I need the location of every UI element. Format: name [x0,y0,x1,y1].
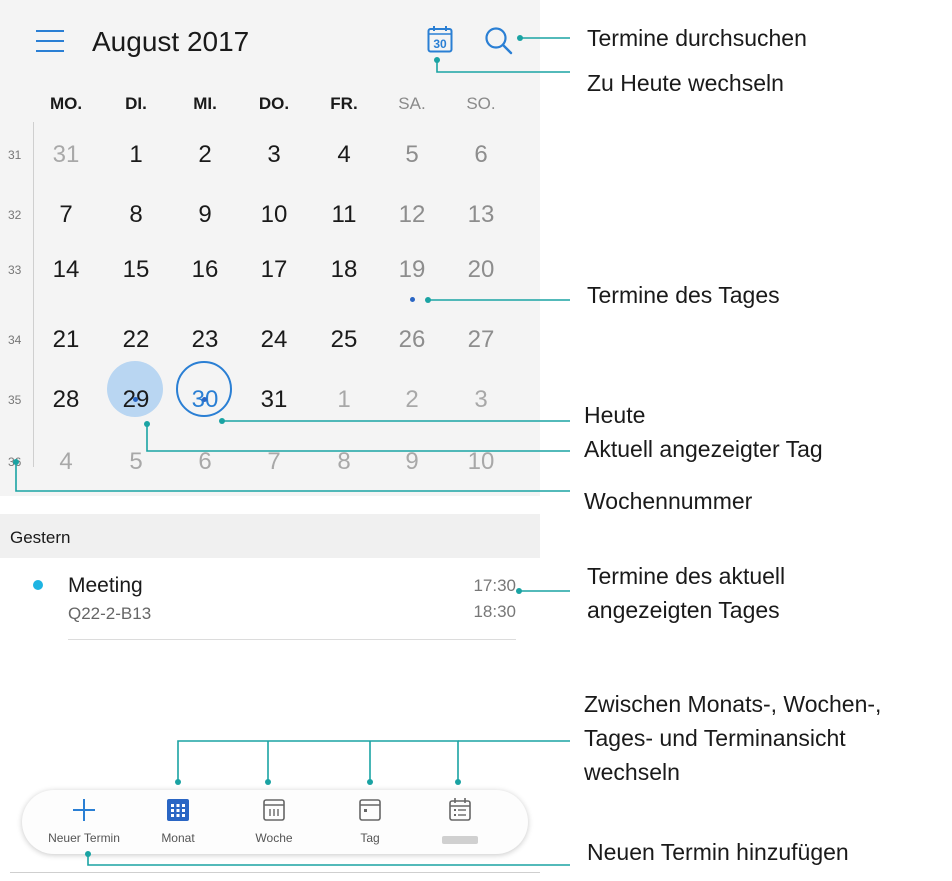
callout-current-day: Aktuell angezeigter Tag [584,436,823,462]
callout-go-today: Zu Heute wechseln [587,70,784,96]
callout-add-event: Neuen Termin hinzufügen [587,839,849,865]
callout-day-events: Termine des Tages [587,282,780,308]
callout-today: Heute [584,402,646,428]
callout-week-number: Wochennummer [584,488,753,514]
callout-current-events-line2: angezeigten Tages [587,597,780,623]
callout-switch-line2: Tages- und Terminansicht [584,725,846,751]
callout-current-events-line1: Termine des aktuell [587,563,786,589]
callout-switch-line1: Zwischen Monats-, Wochen-, [584,691,882,717]
callout-search: Termine durchsuchen [587,25,807,51]
callout-switch-line3: wechseln [584,759,680,785]
